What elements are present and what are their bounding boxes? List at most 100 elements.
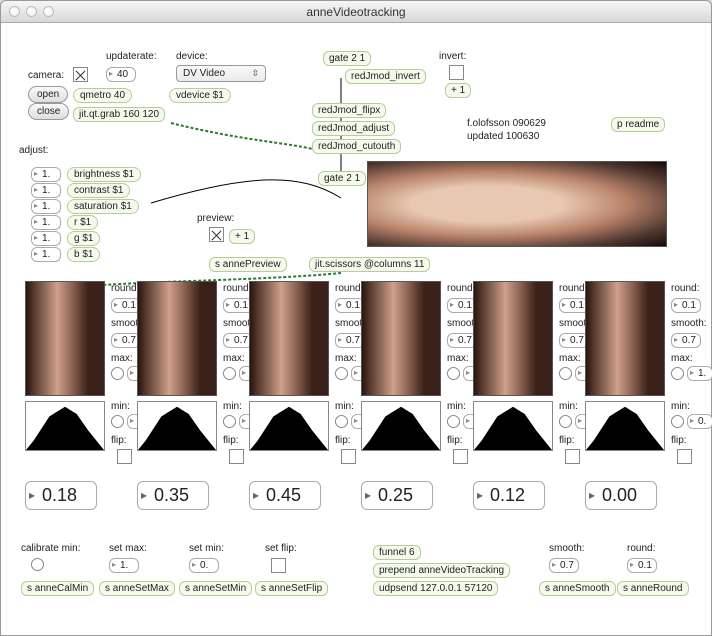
slice-min-bang-4[interactable]	[559, 415, 572, 428]
slice-max-label: max:	[447, 353, 469, 364]
updaterate-label: updaterate:	[106, 51, 157, 62]
gate-bottom-object[interactable]: gate 2 1	[318, 171, 366, 186]
close-button[interactable]: close	[28, 103, 69, 120]
r-number[interactable]: 1.	[31, 215, 61, 230]
saturation-number[interactable]: 1.	[31, 199, 61, 214]
contrast-msg[interactable]: contrast $1	[67, 183, 130, 198]
slice-max-bang-3[interactable]	[447, 367, 460, 380]
slice-flip-label: flip:	[111, 435, 127, 446]
slice-output-number-0[interactable]: 0.18	[25, 481, 97, 510]
slice-min-bang-3[interactable]	[447, 415, 460, 428]
slice-flip-toggle-4[interactable]	[565, 449, 580, 464]
slice-round-label: round:	[335, 283, 363, 294]
slice-max-bang-5[interactable]	[671, 367, 684, 380]
slice-max-bang-0[interactable]	[111, 367, 124, 380]
send-smooth-object[interactable]: s anneSmooth	[539, 581, 616, 596]
slice-max-label: max:	[335, 353, 357, 364]
send-preview-object[interactable]: s annePreview	[209, 257, 287, 272]
g-msg[interactable]: g $1	[67, 231, 100, 246]
send-setmax-object[interactable]: s anneSetMax	[99, 581, 175, 596]
slice-output-number-3[interactable]: 0.25	[361, 481, 433, 510]
saturation-msg[interactable]: saturation $1	[67, 199, 139, 214]
slice-flip-toggle-3[interactable]	[453, 449, 468, 464]
slice-flip-label: flip:	[559, 435, 575, 446]
prepend-object[interactable]: prepend anneVideoTracking	[373, 563, 510, 578]
g-number[interactable]: 1.	[31, 231, 61, 246]
slice-flip-toggle-5[interactable]	[677, 449, 692, 464]
slice-max-bang-1[interactable]	[223, 367, 236, 380]
slice-min-label: min:	[447, 401, 466, 412]
slice-output-number-4[interactable]: 0.12	[473, 481, 545, 510]
slice-video-1	[137, 281, 217, 396]
send-calmin-object[interactable]: s anneCalMin	[21, 581, 94, 596]
slice-flip-toggle-0[interactable]	[117, 449, 132, 464]
bottom-smooth-number[interactable]: 0.7	[549, 558, 579, 573]
window-title: anneVideotracking	[1, 5, 711, 19]
patch-area: updaterate: device: camera: 40 DV Video …	[1, 23, 711, 635]
open-button[interactable]: open	[28, 86, 68, 103]
slice-round-label: round:	[671, 283, 699, 294]
cutouth-object[interactable]: redJmod_cutouth	[312, 139, 401, 154]
brightness-number[interactable]: 1.	[31, 167, 61, 182]
slice-smooth-number-5[interactable]: 0.7	[671, 333, 701, 348]
slice-output-number-2[interactable]: 0.45	[249, 481, 321, 510]
slice-round-label: round:	[559, 283, 587, 294]
send-setmin-object[interactable]: s anneSetMin	[179, 581, 252, 596]
invert-label: invert:	[439, 51, 466, 62]
contrast-number[interactable]: 1.	[31, 183, 61, 198]
slice-max-bang-2[interactable]	[335, 367, 348, 380]
slice-output-number-5[interactable]: 0.00	[585, 481, 657, 510]
funnel-object[interactable]: funnel 6	[373, 545, 421, 560]
brightness-msg[interactable]: brightness $1	[67, 167, 141, 182]
adjust-object[interactable]: redJmod_adjust	[312, 121, 395, 136]
updated-label: updated 100630	[467, 131, 539, 142]
updaterate-number[interactable]: 40	[106, 67, 136, 82]
slice-video-3	[361, 281, 441, 396]
slice-min-label: min:	[559, 401, 578, 412]
slice-flip-toggle-1[interactable]	[229, 449, 244, 464]
slice-output-number-1[interactable]: 0.35	[137, 481, 209, 510]
camera-toggle[interactable]	[73, 67, 88, 82]
titlebar[interactable]: anneVideotracking	[1, 1, 711, 23]
send-round-object[interactable]: s anneRound	[617, 581, 689, 596]
set-max-number[interactable]: 1.	[109, 558, 139, 573]
scissors-object[interactable]: jit.scissors @columns 11	[309, 257, 430, 272]
udpsend-object[interactable]: udpsend 127.0.0.1 57120	[373, 581, 498, 596]
slice-min-bang-0[interactable]	[111, 415, 124, 428]
slice-graph-3	[361, 401, 441, 451]
vdevice-msg[interactable]: vdevice $1	[169, 88, 231, 103]
slice-min-label: min:	[335, 401, 354, 412]
plus1a-object[interactable]: + 1	[445, 83, 471, 98]
jit-grab-object[interactable]: jit.qt.grab 160 120	[73, 107, 165, 122]
device-dropdown[interactable]: DV Video	[176, 65, 266, 82]
slice-max-label: max:	[671, 353, 693, 364]
r-msg[interactable]: r $1	[67, 215, 98, 230]
slice-min-bang-1[interactable]	[223, 415, 236, 428]
set-flip-toggle[interactable]	[271, 558, 286, 573]
readme-object[interactable]: p readme	[611, 117, 665, 132]
slice-min-number-5[interactable]: 0.	[687, 414, 712, 429]
gate-top-object[interactable]: gate 2 1	[323, 51, 371, 66]
preview-label: preview:	[197, 213, 234, 224]
slice-video-5	[585, 281, 665, 396]
qmetro-msg[interactable]: qmetro 40	[73, 88, 132, 103]
flipx-object[interactable]: redJmod_flipx	[312, 103, 386, 118]
slice-flip-toggle-2[interactable]	[341, 449, 356, 464]
slice-graph-4	[473, 401, 553, 451]
slice-min-bang-2[interactable]	[335, 415, 348, 428]
slice-max-bang-4[interactable]	[559, 367, 572, 380]
set-min-number[interactable]: 0.	[189, 558, 219, 573]
slice-graph-5	[585, 401, 665, 451]
bottom-round-number[interactable]: 0.1	[627, 558, 657, 573]
send-setflip-object[interactable]: s anneSetFlip	[255, 581, 328, 596]
invert-toggle[interactable]	[449, 65, 464, 80]
plus1b-object[interactable]: + 1	[229, 229, 255, 244]
calibrate-min-bang[interactable]	[31, 558, 44, 571]
preview-toggle[interactable]	[209, 227, 224, 242]
slice-round-number-5[interactable]: 0.1	[671, 298, 701, 313]
slice-max-number-5[interactable]: 1.	[687, 366, 712, 381]
invert-object[interactable]: redJmod_invert	[345, 69, 426, 84]
slice-min-bang-5[interactable]	[671, 415, 684, 428]
b-msg[interactable]: b $1	[67, 247, 100, 262]
b-number[interactable]: 1.	[31, 247, 61, 262]
